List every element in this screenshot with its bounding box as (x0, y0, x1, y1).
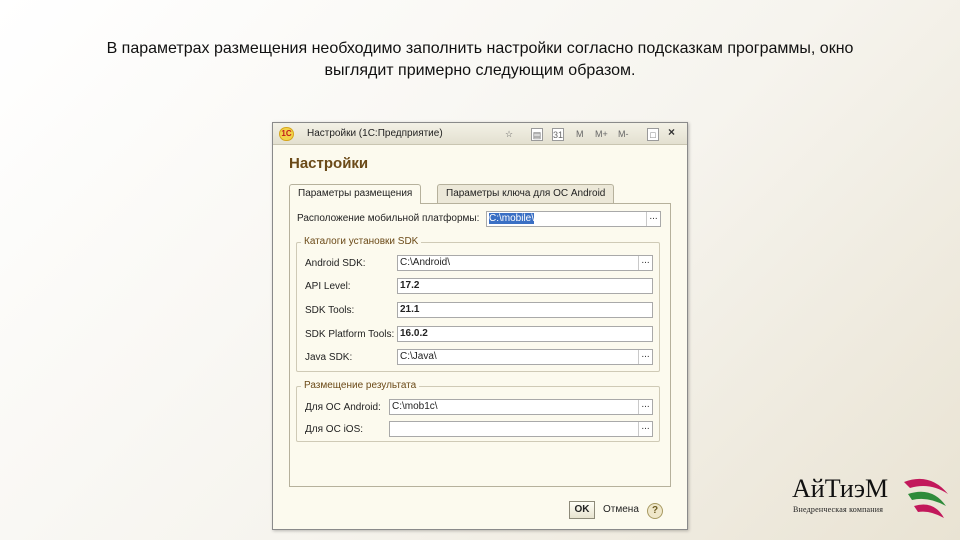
tab-content: Расположение мобильной платформы: C:\mob… (289, 203, 671, 487)
window-title: Настройки (1С:Предприятие) (307, 128, 443, 139)
mobile-platform-value: C:\mobile\ (489, 213, 535, 224)
sdk-group: Каталоги установки SDK Android SDK: C:\A… (296, 236, 660, 372)
favorite-icon[interactable]: ☆ (505, 128, 513, 141)
ios-output-field[interactable]: ... (389, 421, 653, 437)
android-output-value: C:\mob1c\ (392, 401, 438, 412)
calendar-icon[interactable]: 31 (552, 128, 564, 141)
java-sdk-select-button[interactable]: ... (638, 350, 652, 364)
mobile-platform-field[interactable]: C:\mobile\ ... (486, 211, 661, 227)
help-icon[interactable]: ? (647, 503, 663, 519)
ios-output-label: Для ОС iOS: (305, 424, 364, 435)
memory-icon[interactable]: M (576, 128, 584, 141)
memory-plus-icon[interactable]: M+ (595, 128, 608, 141)
result-group: Размещение результата Для ОС Android: C:… (296, 380, 660, 442)
android-sdk-select-button[interactable]: ... (638, 256, 652, 270)
api-level-label: API Level: (305, 281, 351, 292)
java-sdk-label: Java SDK: (305, 352, 353, 363)
close-icon[interactable]: × (668, 126, 675, 139)
ok-button[interactable]: OK (569, 501, 595, 519)
mobile-platform-select-button[interactable]: ... (646, 212, 660, 226)
result-group-title: Размещение результата (301, 380, 420, 391)
brand-logo-icon (904, 478, 948, 518)
android-output-field[interactable]: C:\mob1c\ ... (389, 399, 653, 415)
brand-name: АйТиэМ (792, 474, 889, 503)
sdk-tools-field[interactable]: 21.1 (397, 302, 653, 318)
java-sdk-field[interactable]: C:\Java\ ... (397, 349, 653, 365)
caption-line-1: В параметрах размещения необходимо запол… (106, 40, 854, 57)
maximize-icon[interactable]: □ (647, 128, 659, 141)
android-output-label: Для ОС Android: (305, 402, 381, 413)
ios-output-select-button[interactable]: ... (638, 422, 652, 436)
java-sdk-value: C:\Java\ (400, 351, 437, 362)
tab-placement-params[interactable]: Параметры размещения (289, 184, 422, 204)
window-titlebar[interactable]: 1С Настройки (1С:Предприятие) ☆ ▤ 31 M M… (273, 123, 687, 145)
sdk-platform-tools-field[interactable]: 16.0.2 (397, 326, 653, 342)
memory-minus-icon[interactable]: M- (618, 128, 629, 141)
slide-caption: В параметрах размещения необходимо запол… (40, 38, 920, 82)
android-sdk-label: Android SDK: (305, 258, 366, 269)
cancel-button[interactable]: Отмена (603, 504, 639, 515)
api-level-field[interactable]: 17.2 (397, 278, 653, 294)
sdk-platform-tools-label: SDK Platform Tools: (305, 329, 395, 340)
settings-window: 1С Настройки (1С:Предприятие) ☆ ▤ 31 M M… (272, 122, 688, 530)
sdk-group-title: Каталоги установки SDK (301, 236, 422, 247)
sdk-tools-label: SDK Tools: (305, 305, 355, 316)
copy-icon[interactable]: ▤ (531, 128, 543, 141)
caption-line-2: выглядит примерно следующим образом. (324, 62, 636, 79)
page-title: Настройки (289, 155, 369, 172)
brand-subtitle: Внедренческая компания (793, 505, 884, 514)
android-sdk-value: C:\Android\ (400, 257, 451, 268)
tab-android-key-params[interactable]: Параметры ключа для ОС Android (437, 184, 615, 203)
mobile-platform-label: Расположение мобильной платформы: (297, 213, 480, 224)
android-output-select-button[interactable]: ... (638, 400, 652, 414)
android-sdk-field[interactable]: C:\Android\ ... (397, 255, 653, 271)
app-logo-icon: 1С (279, 127, 294, 141)
